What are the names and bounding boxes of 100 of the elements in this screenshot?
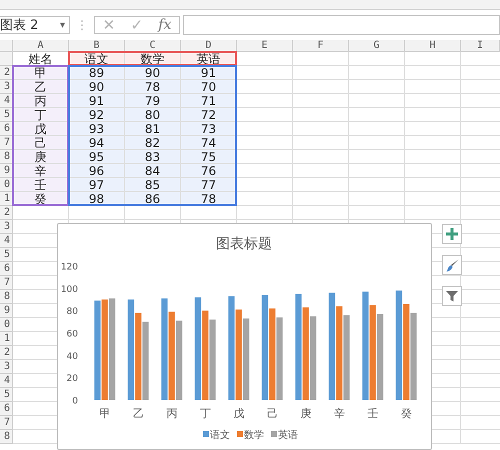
column-header[interactable]: F [293, 40, 349, 52]
insert-function-button[interactable]: fx [158, 17, 172, 33]
row-header[interactable]: 5 [0, 108, 13, 122]
row-header[interactable]: 4 [0, 234, 13, 248]
chart-filter-button[interactable] [442, 286, 462, 306]
table-cell[interactable]: 90 [69, 80, 125, 94]
row-header[interactable]: 9 [0, 304, 13, 318]
table-cell[interactable]: 91 [69, 94, 125, 108]
legend-label: 数学 [244, 430, 264, 441]
row-header[interactable]: 7 [0, 276, 13, 290]
table-cell[interactable]: 89 [69, 66, 125, 80]
axis-tick-label: 20 [66, 374, 78, 384]
column-header[interactable]: I [461, 40, 500, 52]
table-cell[interactable]: 81 [125, 122, 181, 136]
table-cell[interactable]: 英语 [181, 52, 237, 66]
add-chart-element-button[interactable] [442, 224, 462, 244]
table-cell[interactable]: 98 [69, 192, 125, 206]
table-cell[interactable]: 78 [125, 80, 181, 94]
corner-cell[interactable] [0, 40, 13, 52]
axis-tick-label: 120 [60, 262, 78, 272]
table-cell[interactable]: 83 [125, 150, 181, 164]
table-cell[interactable]: 丁 [13, 108, 69, 122]
table-cell[interactable]: 73 [181, 122, 237, 136]
table-cell[interactable]: 79 [125, 94, 181, 108]
table-cell[interactable]: 92 [69, 108, 125, 122]
column-header[interactable]: B [69, 40, 125, 52]
row-header[interactable]: 3 [0, 80, 13, 94]
category-label: 辛 [334, 407, 345, 420]
name-box-text: 图表 2 [0, 17, 38, 34]
table-cell[interactable]: 94 [69, 136, 125, 150]
table-cell[interactable]: 70 [181, 80, 237, 94]
column-header[interactable]: H [405, 40, 461, 52]
table-cell[interactable]: 96 [69, 164, 125, 178]
column-header[interactable]: C [125, 40, 181, 52]
row-header[interactable]: 2 [0, 206, 13, 220]
row-header[interactable]: 8 [0, 430, 13, 444]
name-box[interactable]: 图表 2 ▾ [0, 16, 70, 34]
row-header[interactable]: 6 [0, 122, 13, 136]
table-cell[interactable]: 语文 [69, 52, 125, 66]
row-header[interactable]: 2 [0, 346, 13, 360]
row-header[interactable]: 5 [0, 248, 13, 262]
legend-label: 英语 [278, 430, 298, 441]
table-cell[interactable]: 丙 [13, 94, 69, 108]
column-header[interactable]: D [181, 40, 237, 52]
table-cell[interactable]: 93 [69, 122, 125, 136]
legend-marker [237, 431, 243, 437]
table-cell[interactable]: 数学 [125, 52, 181, 66]
dropdown-button[interactable]: ▾ [60, 20, 65, 30]
row-header[interactable]: 9 [0, 164, 13, 178]
row-header[interactable]: 7 [0, 136, 13, 150]
table-cell[interactable]: 姓名 [13, 52, 69, 66]
table-cell[interactable]: 乙 [13, 80, 69, 94]
formula-input[interactable] [183, 15, 500, 35]
chart-background[interactable]: 图表标题 0 20 40 60 80 100 120 甲 乙 丙 丁 戊 己 庚 辛 壬 癸 语文 数学 英语 [57, 223, 432, 450]
row-header[interactable]: 4 [0, 374, 13, 388]
row-header[interactable]: 6 [0, 402, 13, 416]
filter-icon [446, 290, 458, 302]
table-cell[interactable]: 己 [13, 136, 69, 150]
table-cell[interactable]: 庚 [13, 150, 69, 164]
row-header[interactable]: 7 [0, 416, 13, 430]
table-cell[interactable]: 97 [69, 178, 125, 192]
chart-style-button[interactable] [442, 255, 462, 275]
table-cell[interactable]: 85 [125, 178, 181, 192]
row-header[interactable]: 5 [0, 388, 13, 402]
table-cell[interactable]: 90 [125, 66, 181, 80]
row-header[interactable]: 3 [0, 360, 13, 374]
table-cell[interactable]: 71 [181, 94, 237, 108]
table-cell[interactable]: 辛 [13, 164, 69, 178]
table-cell[interactable]: 82 [125, 136, 181, 150]
row-header[interactable]: 1 [0, 332, 13, 346]
category-label: 癸 [400, 407, 412, 420]
column-header[interactable]: G [349, 40, 405, 52]
table-cell[interactable]: 壬 [13, 178, 69, 192]
table-cell[interactable]: 84 [125, 164, 181, 178]
row-header[interactable]: 2 [0, 66, 13, 80]
row-header[interactable]: 4 [0, 94, 13, 108]
table-cell[interactable]: 80 [125, 108, 181, 122]
row-header[interactable]: 0 [0, 318, 13, 332]
table-cell[interactable]: 86 [125, 192, 181, 206]
column-header[interactable]: E [237, 40, 293, 52]
table-cell[interactable]: 78 [181, 192, 237, 206]
table-cell[interactable]: 癸 [13, 192, 69, 206]
row-header[interactable]: 6 [0, 262, 13, 276]
table-cell[interactable]: 77 [181, 178, 237, 192]
row-header[interactable]: 1 [0, 192, 13, 206]
table-cell[interactable]: 甲 [13, 66, 69, 80]
row-header[interactable]: 8 [0, 150, 13, 164]
table-cell[interactable]: 95 [69, 150, 125, 164]
legend-label: 语文 [210, 430, 230, 441]
table-cell[interactable]: 戊 [13, 122, 69, 136]
table-cell[interactable]: 74 [181, 136, 237, 150]
category-label: 戊 [233, 407, 244, 420]
column-header[interactable]: A [13, 40, 69, 52]
table-cell[interactable]: 76 [181, 164, 237, 178]
table-cell[interactable]: 91 [181, 66, 237, 80]
table-cell[interactable]: 72 [181, 108, 237, 122]
row-header[interactable]: 3 [0, 220, 13, 234]
row-header[interactable]: 8 [0, 290, 13, 304]
table-cell[interactable]: 75 [181, 150, 237, 164]
row-header[interactable]: 0 [0, 178, 13, 192]
